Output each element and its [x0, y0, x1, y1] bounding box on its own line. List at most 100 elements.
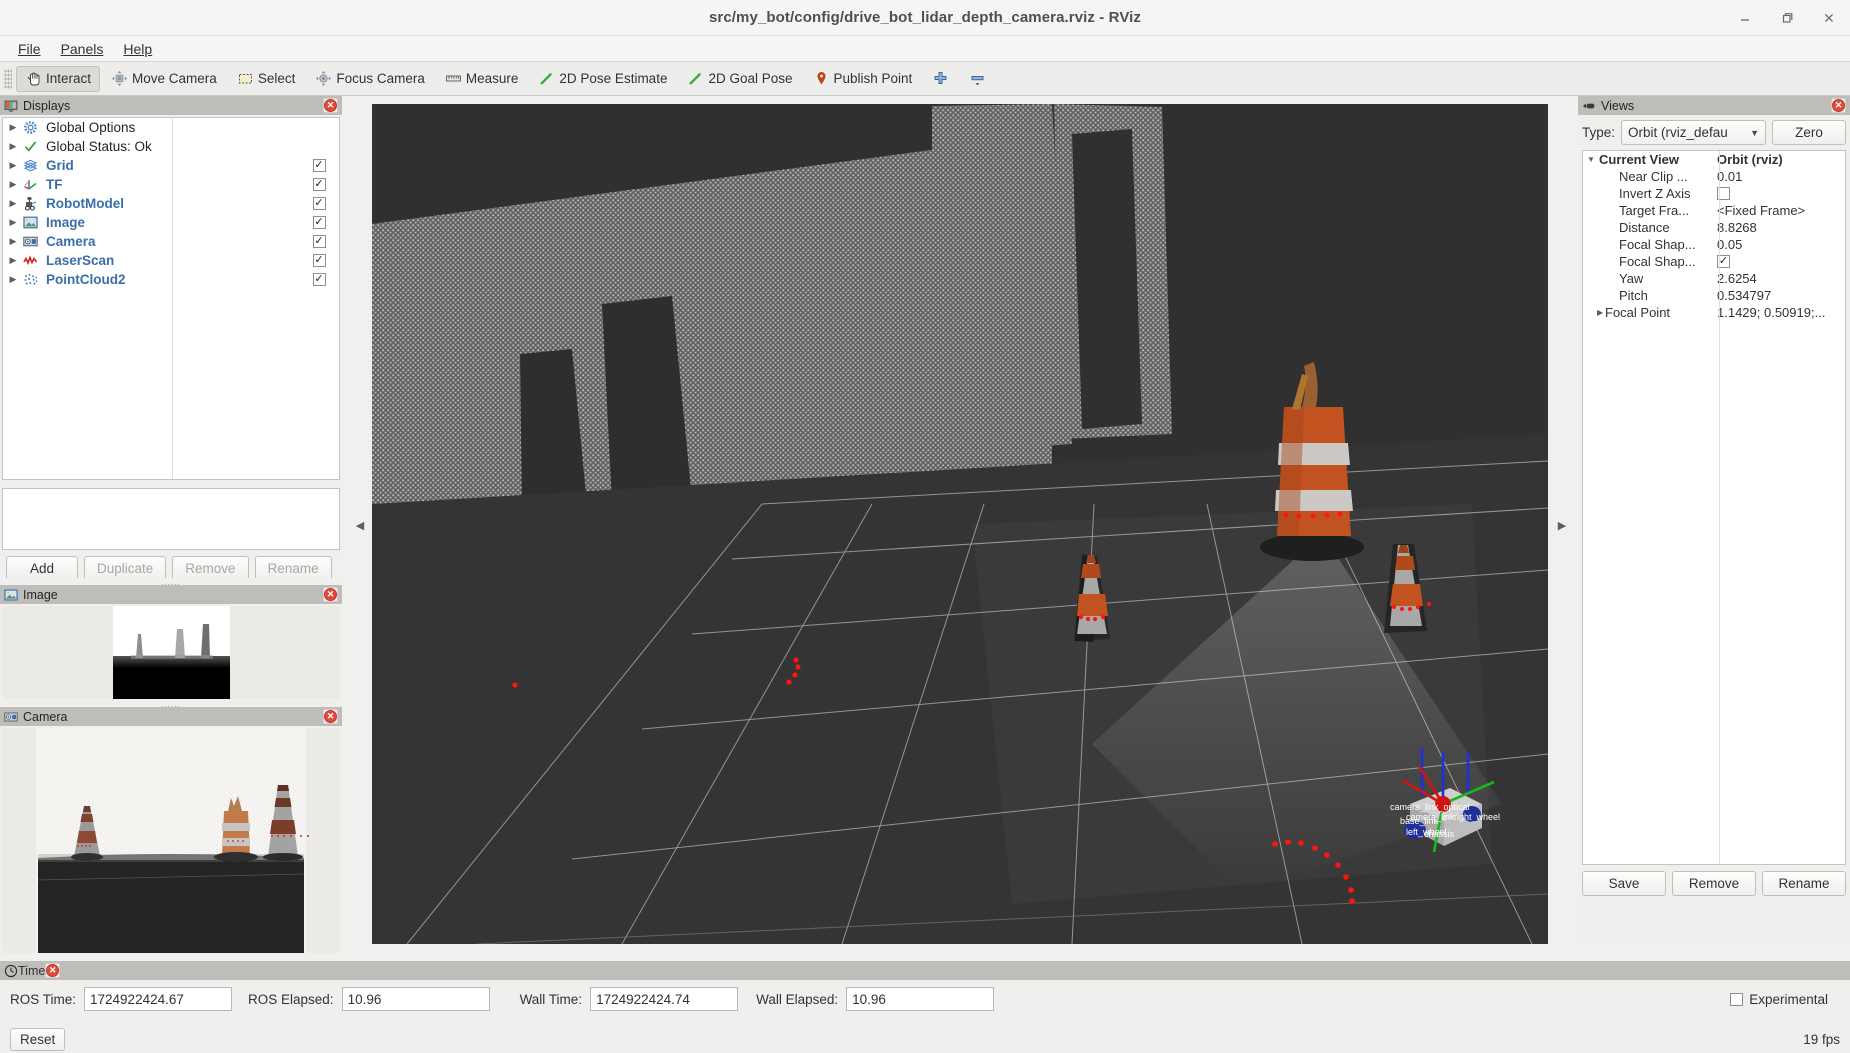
camera-close-button[interactable]: ✕ — [323, 709, 338, 724]
robotmodel-checkbox[interactable]: ✓ — [312, 197, 326, 210]
view-row-value[interactable]: 1.1429; 0.50919;... — [1717, 305, 1845, 320]
experimental-toggle[interactable]: Experimental — [1730, 992, 1840, 1007]
views-close-button[interactable]: ✕ — [1831, 98, 1846, 113]
ros-elapsed-input[interactable]: 10.96 — [341, 987, 490, 1011]
tool-publish-point[interactable]: Publish Point — [804, 66, 922, 92]
tool-move-camera[interactable]: Move Camera — [102, 66, 226, 92]
maximize-button[interactable] — [1776, 7, 1798, 29]
image-close-button[interactable]: ✕ — [323, 587, 338, 602]
tool-add-button[interactable] — [923, 66, 958, 92]
displays-tree[interactable]: ▶ Global Options ▶ Global Status: Ok ▶ G… — [2, 117, 340, 480]
ros-time-label: ROS Time: — [10, 991, 77, 1007]
collapse-arrow-icon[interactable]: ▼ — [1583, 155, 1599, 164]
view-row-distance[interactable]: Distance 8.8268 — [1583, 219, 1845, 236]
view-row-near-clip[interactable]: Near Clip ... 0.01 — [1583, 168, 1845, 185]
display-item-grid[interactable]: ▶ Grid ✓ — [3, 156, 339, 175]
view-row-value[interactable]: 8.8268 — [1717, 220, 1845, 235]
right-panel-collapse-handle[interactable]: ▶ — [1557, 505, 1567, 545]
rename-view-button[interactable]: Rename — [1762, 871, 1846, 896]
panel-splitter-handle[interactable]: …… — [0, 577, 342, 587]
display-item-global-options[interactable]: ▶ Global Options — [3, 118, 339, 137]
display-item-laserscan[interactable]: ▶ LaserScan ✓ — [3, 251, 339, 270]
time-close-button[interactable]: ✕ — [45, 963, 61, 978]
tool-measure[interactable]: Measure — [436, 66, 528, 92]
display-item-global-status[interactable]: ▶ Global Status: Ok — [3, 137, 339, 156]
tool-remove-button[interactable] — [960, 66, 995, 92]
view-row-invert-z-axis[interactable]: Invert Z Axis — [1583, 185, 1845, 202]
expand-arrow-icon[interactable]: ▶ — [3, 141, 23, 152]
toolbar-drag-handle[interactable] — [4, 68, 12, 89]
display-checkbox-cell[interactable]: ✓ — [299, 197, 339, 210]
view-row-value[interactable]: 2.6254 — [1717, 271, 1845, 286]
grid-checkbox[interactable]: ✓ — [312, 159, 326, 172]
view-type-combobox[interactable]: Orbit (rviz_defau ▼ — [1621, 120, 1766, 145]
display-checkbox-cell[interactable]: ✓ — [299, 178, 339, 191]
display-item-camera[interactable]: ▶ Camera ✓ — [3, 232, 339, 251]
expand-arrow-icon[interactable]: ▶ — [3, 198, 23, 209]
expand-arrow-icon[interactable]: ▶ — [3, 274, 23, 285]
tool-2d-goal-pose[interactable]: 2D Goal Pose — [678, 66, 801, 92]
view-row-value[interactable]: 0.01 — [1717, 169, 1845, 184]
wall-time-input[interactable]: 1724922424.74 — [590, 987, 739, 1011]
remove-view-button[interactable]: Remove — [1672, 871, 1756, 896]
reset-button[interactable]: Reset — [10, 1027, 66, 1051]
tool-select[interactable]: Select — [228, 66, 305, 92]
minimize-button[interactable] — [1734, 7, 1756, 29]
close-window-button[interactable] — [1818, 7, 1840, 29]
displays-close-button[interactable]: ✕ — [323, 98, 338, 113]
wall-elapsed-input[interactable]: 10.96 — [846, 987, 995, 1011]
view-row-value[interactable]: 0.534797 — [1717, 288, 1845, 303]
view-row-yaw[interactable]: Yaw 2.6254 — [1583, 270, 1845, 287]
display-checkbox-cell[interactable]: ✓ — [299, 216, 339, 229]
display-checkbox-cell[interactable]: ✓ — [299, 159, 339, 172]
view-row-focal-point[interactable]: ▶ Focal Point 1.1429; 0.50919;... — [1583, 304, 1845, 321]
views-property-tree[interactable]: ▼ Current View Orbit (rviz) Near Clip ..… — [1582, 150, 1846, 865]
display-item-robotmodel[interactable]: ▶ RobotModel ✓ — [3, 194, 339, 213]
fps-indicator: 19 fps — [1803, 1031, 1840, 1047]
experimental-checkbox[interactable] — [1730, 992, 1744, 1006]
expand-arrow-icon[interactable]: ▶ — [3, 217, 23, 228]
save-view-button[interactable]: Save — [1582, 871, 1666, 896]
display-item-image[interactable]: ▶ Image ✓ — [3, 213, 339, 232]
camera-checkbox[interactable]: ✓ — [312, 235, 326, 248]
zero-view-button[interactable]: Zero — [1772, 120, 1846, 145]
expand-arrow-icon[interactable]: ▶ — [1583, 308, 1603, 317]
view-row-focal-shape-fixed[interactable]: Focal Shap... ✓ — [1583, 253, 1845, 270]
expand-arrow-icon[interactable]: ▶ — [3, 236, 23, 247]
expand-arrow-icon[interactable]: ▶ — [3, 179, 23, 190]
pointcloud2-checkbox[interactable]: ✓ — [312, 273, 326, 286]
view-row-current-view[interactable]: ▼ Current View Orbit (rviz) — [1583, 151, 1845, 168]
ros-time-input[interactable]: 1724922424.67 — [84, 987, 233, 1011]
laserscan-checkbox[interactable]: ✓ — [312, 254, 326, 267]
menu-panels[interactable]: Panels — [51, 39, 114, 59]
green-arrow-icon — [538, 70, 555, 87]
view-row-value[interactable]: 0.05 — [1717, 237, 1845, 252]
display-item-pointcloud2[interactable]: ▶ PointCloud2 ✓ — [3, 270, 339, 289]
tool-interact[interactable]: Interact — [16, 65, 101, 92]
view-row-value[interactable]: ✓ — [1717, 255, 1845, 268]
menu-file[interactable]: File — [8, 39, 51, 59]
view-row-focal-shape-size[interactable]: Focal Shap... 0.05 — [1583, 236, 1845, 253]
display-properties-box[interactable] — [2, 488, 340, 550]
view-row-pitch[interactable]: Pitch 0.534797 — [1583, 287, 1845, 304]
left-panel-collapse-handle[interactable]: ◀ — [355, 505, 365, 545]
expand-arrow-icon[interactable]: ▶ — [3, 122, 23, 133]
display-item-tf[interactable]: ▶ TF ✓ — [3, 175, 339, 194]
3d-render-view[interactable]: camera_link_optical camera_link base_lin… — [372, 104, 1548, 944]
view-row-value[interactable] — [1717, 187, 1845, 200]
tool-focus-camera[interactable]: Focus Camera — [306, 66, 434, 92]
expand-arrow-icon[interactable]: ▶ — [3, 160, 23, 171]
view-row-target-frame[interactable]: Target Fra... <Fixed Frame> — [1583, 202, 1845, 219]
tool-2d-pose-estimate[interactable]: 2D Pose Estimate — [529, 66, 676, 92]
display-checkbox-cell[interactable]: ✓ — [299, 254, 339, 267]
menu-help[interactable]: Help — [113, 39, 162, 59]
image-checkbox[interactable]: ✓ — [312, 216, 326, 229]
display-checkbox-cell[interactable]: ✓ — [299, 273, 339, 286]
panel-splitter-handle[interactable]: …… — [0, 699, 342, 709]
expand-arrow-icon[interactable]: ▶ — [3, 255, 23, 266]
view-row-value[interactable]: <Fixed Frame> — [1717, 203, 1845, 218]
image-render-canvas[interactable] — [2, 606, 340, 699]
display-checkbox-cell[interactable]: ✓ — [299, 235, 339, 248]
tf-checkbox[interactable]: ✓ — [312, 178, 326, 191]
camera-render-canvas[interactable] — [2, 728, 340, 953]
